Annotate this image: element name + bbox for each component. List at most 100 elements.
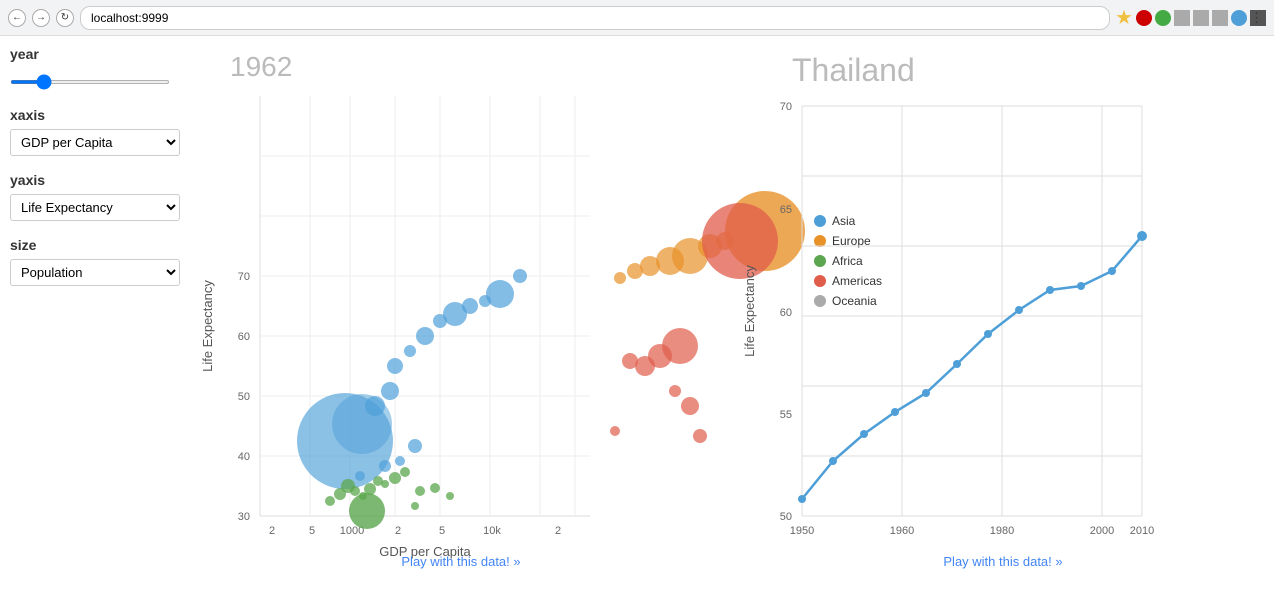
bubble-asia-8[interactable] — [486, 280, 514, 308]
browser-ext-icon-6 — [1231, 10, 1247, 26]
bubble-europe-7[interactable] — [627, 263, 643, 279]
svg-text:50: 50 — [238, 391, 250, 403]
url-bar[interactable] — [80, 6, 1110, 30]
dot-1957[interactable] — [829, 457, 837, 465]
browser-menu-icon[interactable]: ⋮ — [1250, 10, 1266, 26]
bubble-asia-10[interactable] — [379, 460, 391, 472]
bubble-europe-8[interactable] — [614, 272, 626, 284]
bubble-americas-8[interactable] — [610, 426, 620, 436]
bubble-europe-6[interactable] — [640, 256, 660, 276]
browser-ext-icon-1 — [1136, 10, 1152, 26]
line-play-link[interactable]: Play with this data! » — [943, 554, 1062, 569]
dot-1982[interactable] — [984, 330, 992, 338]
bubble-africa-9[interactable] — [389, 472, 401, 484]
line-path — [802, 236, 1142, 499]
bubble-africa-4[interactable] — [350, 486, 360, 496]
back-button[interactable]: ← — [8, 9, 26, 27]
dot-1972[interactable] — [922, 389, 930, 397]
bubble-africa-13[interactable] — [430, 483, 440, 493]
svg-text:60: 60 — [780, 307, 792, 319]
xaxis-select[interactable]: GDP per Capita Population Life Expectanc… — [10, 129, 180, 156]
line-country-title: Thailand — [792, 52, 915, 88]
bubble-americas-9[interactable] — [669, 385, 681, 397]
app-body: year xaxis GDP per Capita Population Lif… — [0, 36, 1274, 579]
browser-ext-icon-3 — [1174, 10, 1190, 26]
dot-2007[interactable] — [1137, 231, 1147, 241]
bubble-americas-7[interactable] — [681, 397, 699, 415]
size-control: size Population GDP per Capita Life Expe… — [10, 237, 190, 286]
bubble-africa-14[interactable] — [446, 492, 454, 500]
svg-text:1960: 1960 — [890, 525, 914, 537]
bubble-africa-11[interactable] — [415, 486, 425, 496]
bubble-asia-9[interactable] — [365, 396, 385, 416]
yaxis-label: yaxis — [10, 172, 190, 188]
year-slider[interactable] — [10, 80, 170, 84]
bubble-asia-2[interactable] — [404, 345, 416, 357]
xaxis-label: xaxis — [10, 107, 190, 123]
svg-text:2: 2 — [555, 525, 561, 537]
svg-text:60: 60 — [238, 331, 250, 343]
bubble-asia-14[interactable] — [381, 382, 399, 400]
svg-text:55: 55 — [780, 409, 792, 421]
dot-1987[interactable] — [1015, 306, 1023, 314]
bubble-americas-5[interactable] — [622, 353, 638, 369]
scatter-play-link[interactable]: Play with this data! » — [401, 554, 520, 569]
bubble-africa-12[interactable] — [411, 502, 419, 510]
y-axis-label: Life Expectancy — [200, 280, 215, 372]
svg-text:5: 5 — [439, 525, 445, 537]
dot-2002[interactable] — [1108, 267, 1116, 275]
scatter-chart: 1962 30 — [200, 46, 722, 569]
forward-button[interactable]: → — [32, 9, 50, 27]
svg-text:50: 50 — [780, 511, 792, 523]
bubble-europe-5[interactable] — [656, 247, 684, 275]
bubble-japan[interactable] — [513, 269, 527, 283]
svg-text:2000: 2000 — [1090, 525, 1114, 537]
svg-text:2: 2 — [395, 525, 401, 537]
svg-text:1980: 1980 — [990, 525, 1014, 537]
browser-ext-icon-2 — [1155, 10, 1171, 26]
line-svg: Thailand 50 55 60 — [742, 46, 1162, 566]
browser-ext-icon-4 — [1193, 10, 1209, 26]
bubble-asia-3[interactable] — [416, 327, 434, 345]
browser-toolbar-icons: ⋮ — [1116, 10, 1266, 26]
charts-area: 1962 30 — [200, 46, 1264, 569]
bubble-americas-4[interactable] — [635, 356, 655, 376]
scatter-svg: 1962 30 — [200, 46, 620, 566]
bubble-africa-8[interactable] — [381, 480, 389, 488]
bubble-africa-10[interactable] — [400, 467, 410, 477]
bubble-africa-large[interactable] — [349, 493, 385, 529]
bubble-asia-12[interactable] — [408, 439, 422, 453]
dot-1952[interactable] — [798, 495, 806, 503]
dot-1962[interactable] — [860, 430, 868, 438]
year-label: year — [10, 46, 190, 62]
year-slider-container — [10, 68, 190, 91]
bubble-asia-11[interactable] — [395, 456, 405, 466]
svg-text:70: 70 — [238, 271, 250, 283]
yaxis-control: yaxis Life Expectancy GDP per Capita Pop… — [10, 172, 190, 221]
yaxis-select[interactable]: Life Expectancy GDP per Capita Populatio… — [10, 194, 180, 221]
svg-text:5: 5 — [309, 525, 315, 537]
dot-1967[interactable] — [891, 408, 899, 416]
line-chart: Thailand 50 55 60 — [742, 46, 1264, 569]
size-label: size — [10, 237, 190, 253]
bubble-americas-6[interactable] — [693, 429, 707, 443]
refresh-button[interactable]: ↻ — [56, 9, 74, 27]
bubble-asia-1[interactable] — [387, 358, 403, 374]
svg-text:70: 70 — [780, 101, 792, 113]
svg-text:40: 40 — [238, 451, 250, 463]
size-select[interactable]: Population GDP per Capita Life Expectanc… — [10, 259, 180, 286]
dot-1992[interactable] — [1046, 286, 1054, 294]
dot-1997[interactable] — [1077, 282, 1085, 290]
svg-text:65: 65 — [780, 204, 792, 216]
svg-text:2: 2 — [269, 525, 275, 537]
svg-text:10k: 10k — [483, 525, 501, 537]
svg-text:1950: 1950 — [790, 525, 814, 537]
xaxis-control: xaxis GDP per Capita Population Life Exp… — [10, 107, 190, 156]
controls-panel: year xaxis GDP per Capita Population Lif… — [10, 46, 190, 569]
bubble-asia-13[interactable] — [355, 471, 365, 481]
bubble-asia-6[interactable] — [462, 298, 478, 314]
bubble-africa-1[interactable] — [325, 496, 335, 506]
browser-ext-icon-5 — [1212, 10, 1228, 26]
line-y-axis-label: Life Expectancy — [742, 265, 757, 357]
dot-1977[interactable] — [953, 360, 961, 368]
